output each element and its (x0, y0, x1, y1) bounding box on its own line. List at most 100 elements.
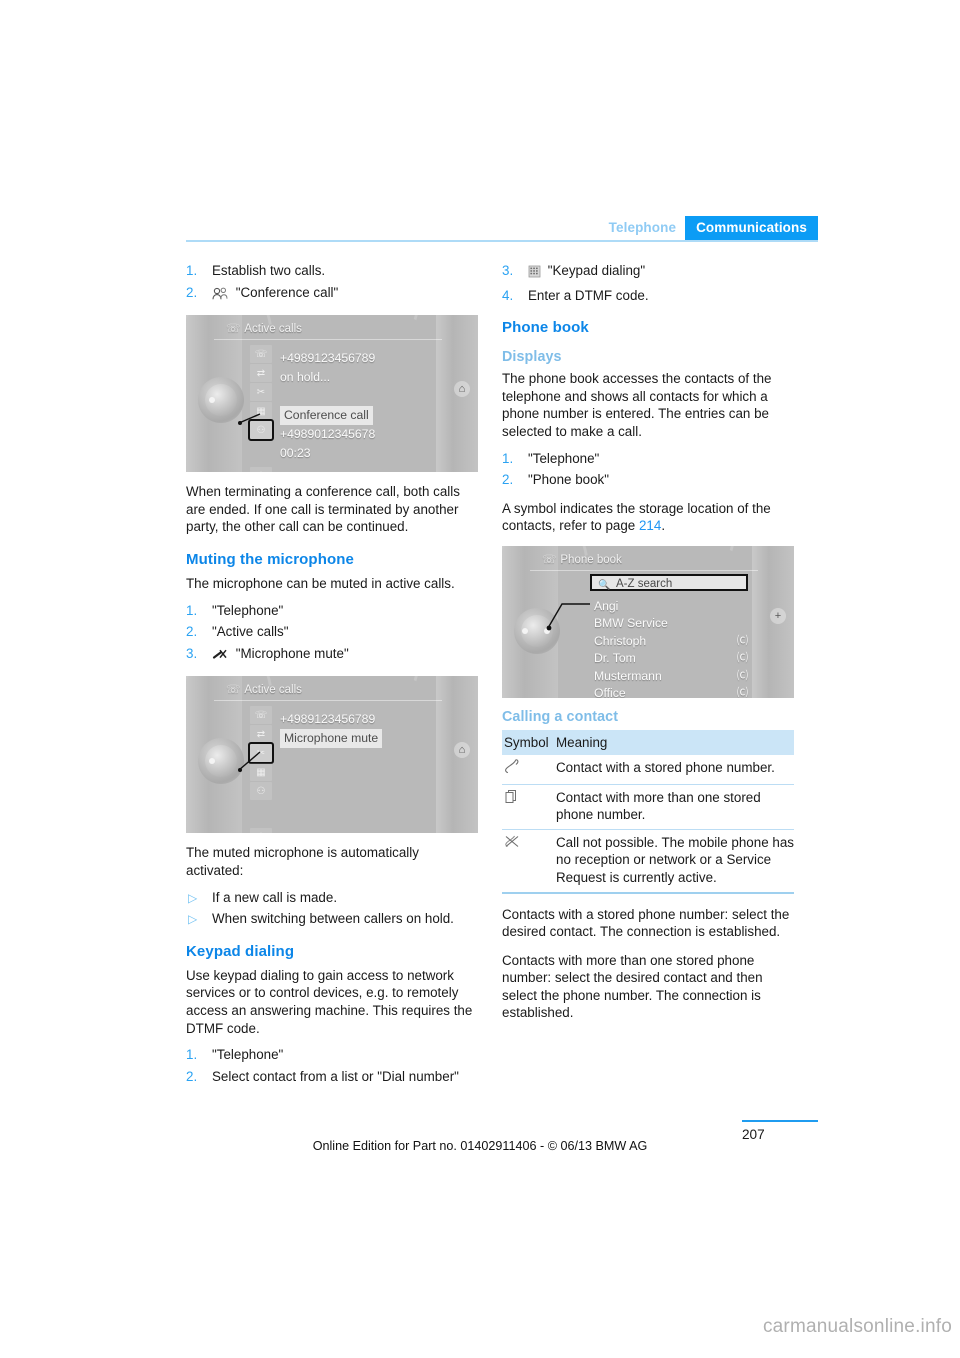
contact-name: Office (594, 686, 626, 698)
step-number: 2. (186, 624, 198, 640)
steps-conference-call: 1. Establish two calls. 2. "Conference c… (186, 262, 478, 304)
strip-icon-handsfree[interactable]: ☏ (250, 706, 272, 725)
step-number: 3. (502, 263, 514, 278)
heading-phone-book: Phone book (502, 319, 589, 337)
screenshot-active-calls-conference: ☏Active calls ☏ ⇄ ✂ ▦ ⚇ ⚙ +4989123456789 (186, 315, 478, 473)
paragraph-stored-number: Contacts with a stored phone number: sel… (502, 906, 790, 940)
screen-icon-strip: ☏ ⇄ ✂ ▦ ⚇ ⚙ (248, 345, 274, 473)
call-status: on hold... (280, 370, 331, 385)
handset-icon (502, 754, 556, 785)
steps-keypad-continued: 3. "Keypad dialing" 4. Enter a DTMF code… (502, 262, 794, 304)
call-not-possible-icon (502, 829, 556, 894)
list-item: 2. "Conference call" (186, 284, 478, 305)
list-item: 2. Select contact from a list or "Dial n… (186, 1068, 478, 1086)
step-text: "Phone book" (528, 472, 609, 488)
strip-icon-mute[interactable]: ✂ (250, 383, 272, 402)
tab-communications[interactable]: Communications (685, 216, 818, 240)
strip-icon-options[interactable]: ⚙ (250, 467, 272, 473)
tab-telephone[interactable]: Telephone (600, 216, 685, 240)
az-search-field[interactable]: 🔍 A-Z search (590, 573, 748, 591)
screenshot-phone-book: ☏ Phone book 🔍 A-Z search Angi BMW Servi… (502, 545, 794, 698)
conference-call-icon (212, 287, 229, 305)
call-number-2: +4989012345678 (280, 427, 376, 442)
screenshot-active-calls-mute: ☏Active calls ☏ ⇄ ✂ ▦ ⚇ ⚙ +4989123456789 (186, 676, 478, 834)
phone-icon: ☏ (542, 553, 557, 566)
paragraph-storage-location: A symbol indicates the storage location … (502, 500, 794, 535)
step-text: "Conference call" (235, 284, 339, 300)
list-item: 1. Establish two calls. (186, 262, 478, 280)
symbol-meaning-table: Symbol Meaning Contact with a stored pho… (502, 729, 794, 894)
screen-highlight-microphone-mute[interactable]: Microphone mute (280, 729, 383, 749)
add-contact-button[interactable]: + (770, 607, 786, 624)
header-rule (186, 240, 818, 242)
list-item: ▷ When switching between callers on hold… (186, 910, 478, 928)
step-text: "Telephone" (212, 602, 284, 618)
step-number: 1. (186, 263, 198, 278)
contact-name: Angi (594, 598, 619, 613)
steps-muting: 1. "Telephone" 2. "Active calls" 3. "Mic… (186, 602, 478, 666)
step-number: 2. (186, 284, 198, 300)
contact-name: Dr. Tom (594, 651, 636, 666)
step-text: Establish two calls. (212, 263, 326, 278)
list-item: 1. "Telephone" (186, 602, 478, 620)
site-watermark: carmanualsonline.info (762, 1316, 952, 1337)
list-item[interactable]: Christoph ⒞ (594, 633, 754, 651)
callout-pointer (238, 413, 261, 426)
cell-meaning: Contact with more than one stored phone … (556, 784, 794, 830)
step-text: "Keypad dialing" (547, 263, 646, 278)
list-item[interactable]: Angi (594, 598, 754, 616)
step-text: Select contact from a list or "Dial numb… (212, 1068, 459, 1084)
strip-icon-options[interactable]: ⚙ (250, 828, 272, 834)
list-item[interactable]: Office ⒞ (594, 685, 754, 698)
list-item: 4. Enter a DTMF code. (502, 287, 794, 305)
az-search-label: A-Z search (616, 577, 673, 590)
page-number: 207 (742, 1127, 765, 1142)
page-reference-link[interactable]: 214 (639, 518, 661, 533)
multiple-cards-icon (502, 784, 556, 830)
contact-storage-icon: ⒞ (737, 634, 748, 647)
list-item[interactable]: BMW Service (594, 615, 754, 633)
list-item: ▷ If a new call is made. (186, 889, 478, 907)
screen-highlight-conference-call[interactable]: Conference call (280, 406, 373, 426)
screen-call-info: +4989123456789 on hold... Conference cal… (280, 349, 434, 463)
page-folio: 207 (742, 1120, 818, 1142)
list-item[interactable]: Mustermann ⒞ (594, 668, 754, 686)
running-header: Telephone Communications (186, 216, 818, 242)
step-text: "Telephone" (528, 450, 600, 466)
table-row: Call not possible. The mobile phone has … (502, 829, 794, 894)
paragraph-muting: The microphone can be muted in active ca… (186, 575, 455, 591)
list-item[interactable]: Dr. Tom ⒞ (594, 650, 754, 668)
list-item: 2. "Phone book" (502, 471, 794, 489)
call-number-1: +4989123456789 (280, 351, 376, 366)
step-text: Enter a DTMF code. (528, 287, 649, 303)
paragraph-keypad: Use keypad dialing to gain access to net… (186, 967, 473, 1036)
contact-list: Angi BMW Service Christoph ⒞ Dr. Tom ⒞ M… (594, 598, 754, 698)
contact-storage-icon: ⒞ (737, 652, 748, 665)
contact-storage-icon: ⒞ (737, 669, 748, 682)
call-number-1: +4989123456789 (280, 712, 376, 727)
callout-pointer (238, 751, 261, 773)
steps-keypad: 1. "Telephone" 2. Select contact from a … (186, 1046, 478, 1085)
strip-icon-swap[interactable]: ⇄ (250, 725, 272, 744)
folio-rule (742, 1120, 818, 1122)
manual-page: Telephone Communications 1. Establish tw… (0, 0, 960, 1358)
phone-icon: ☏ (226, 684, 241, 697)
strip-icon-conference[interactable]: ⚇ (250, 782, 272, 801)
subheading-displays: Displays (502, 349, 562, 366)
strip-icon-handsfree[interactable]: ☏ (250, 345, 272, 364)
step-number: 1. (502, 450, 514, 466)
right-column: 3. "Keypad dialing" 4. Enter a DTMF code… (502, 262, 794, 1033)
screen-title-rule (530, 569, 758, 571)
step-number: 2. (186, 1068, 198, 1084)
step-number: 1. (186, 602, 198, 618)
strip-icon-swap[interactable]: ⇄ (250, 364, 272, 383)
screen-title: ☏ Active calls (226, 323, 302, 336)
table-row: Contact with more than one stored phone … (502, 784, 794, 830)
phone-icon: ☏ (226, 323, 241, 336)
triangle-bullet-icon: ▷ (188, 890, 198, 905)
header-tabs: Telephone Communications (600, 216, 818, 240)
keypad-icon (528, 265, 541, 283)
step-text: "Microphone mute" (235, 645, 349, 661)
step-number: 4. (502, 287, 514, 303)
contact-storage-icon: ⒞ (737, 687, 748, 698)
